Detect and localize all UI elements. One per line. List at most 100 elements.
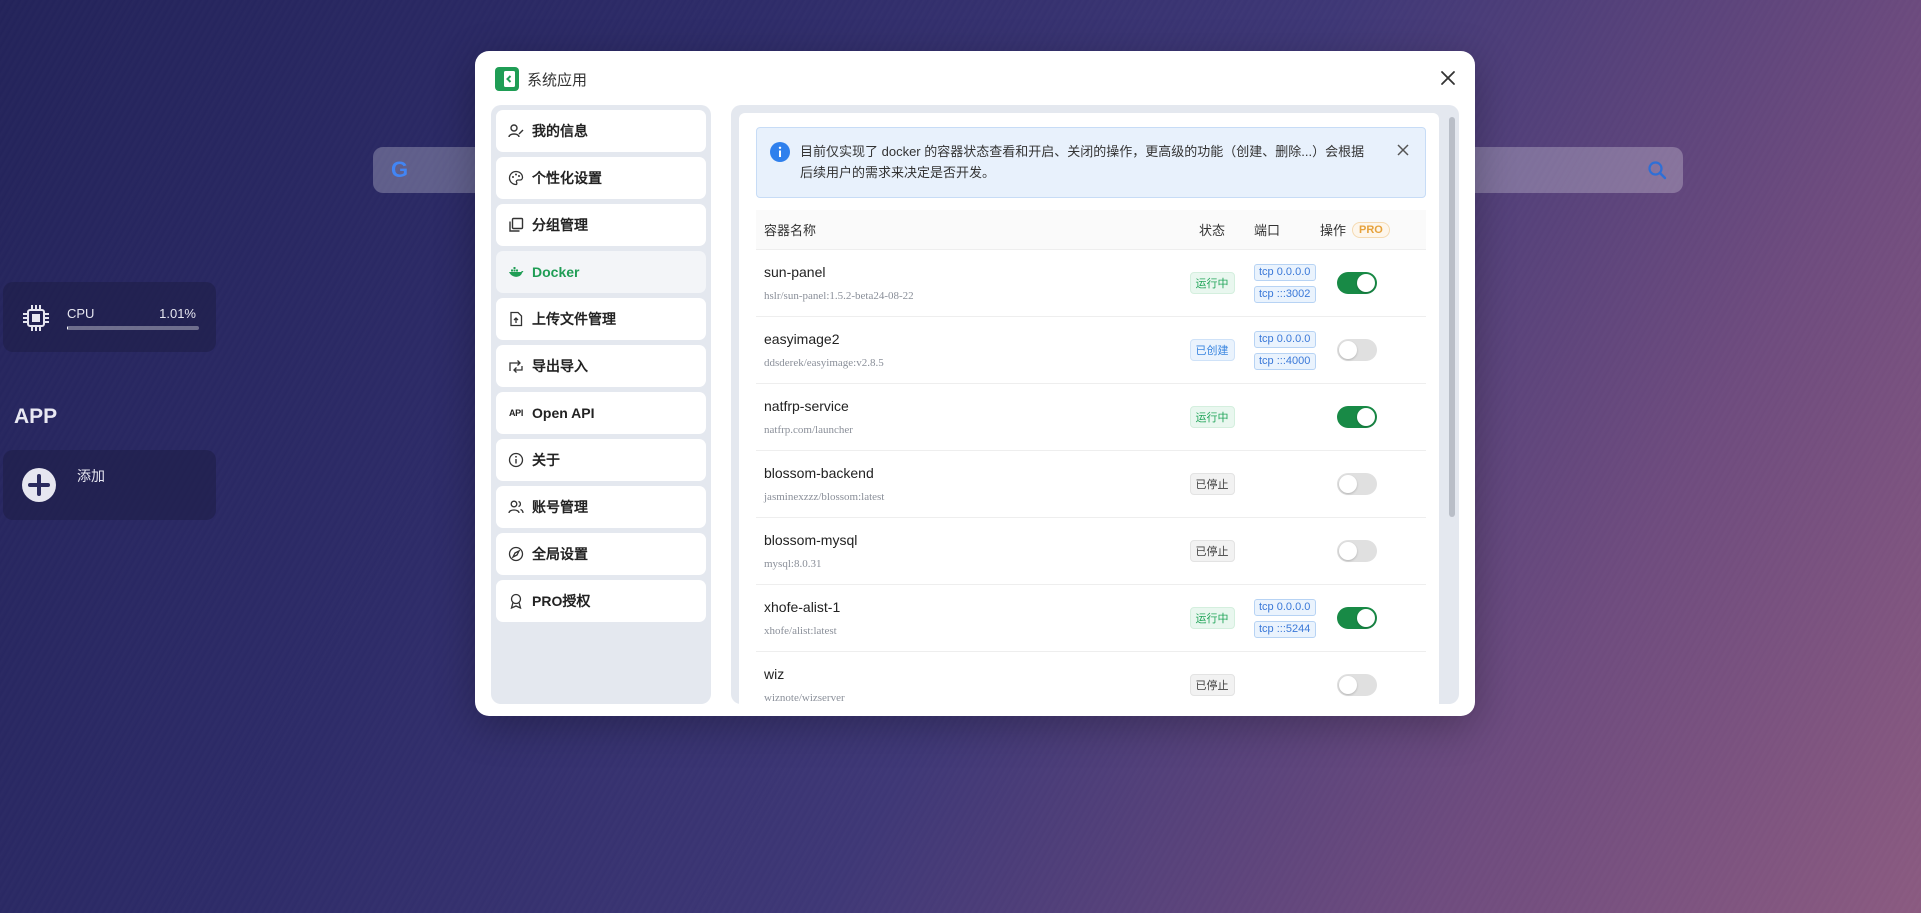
sidebar-item-personalize[interactable]: 个性化设置: [496, 157, 706, 199]
award-icon: [510, 593, 522, 609]
toggle-knob: [1339, 542, 1357, 560]
sidebar-item-export-import[interactable]: 导出导入: [496, 345, 706, 387]
modal-header: 系统应用: [495, 67, 587, 91]
table-row: wiz wiznote/wizserver 已停止: [756, 652, 1426, 704]
container-image: hslr/sun-panel:1.5.2-beta24-08-22: [764, 290, 914, 302]
sidebar-item-about[interactable]: 关于: [496, 439, 706, 481]
status-cell: 已创建: [1176, 339, 1248, 361]
table-row: xhofe-alist-1 xhofe/alist:latest 运行中 tcp…: [756, 585, 1426, 652]
toggle-knob: [1339, 676, 1357, 694]
search-icon[interactable]: [1647, 160, 1667, 180]
scrollbar-thumb[interactable]: [1449, 117, 1455, 517]
container-toggle[interactable]: [1337, 339, 1377, 361]
container-name: wiz: [764, 666, 785, 682]
copy-icon: [509, 217, 524, 232]
sidebar-item-my-info[interactable]: 我的信息: [496, 110, 706, 152]
action-cell: [1320, 607, 1426, 629]
status-badge: 运行中: [1189, 406, 1235, 428]
action-cell: [1320, 406, 1426, 428]
container-name-cell: sun-panel hslr/sun-panel:1.5.2-beta24-08…: [756, 264, 1176, 302]
sidebar-item-label: 个性化设置: [532, 170, 602, 186]
container-image: xhofe/alist:latest: [764, 625, 837, 637]
sidebar-item-docker[interactable]: Docker: [496, 251, 706, 293]
close-icon[interactable]: [1437, 67, 1459, 89]
header-action-label: 操作: [1320, 223, 1347, 238]
info-icon: [508, 452, 524, 468]
modal-title: 系统应用: [527, 71, 588, 89]
container-image: natfrp.com/launcher: [764, 424, 853, 436]
container-image: mysql:8.0.31: [764, 558, 822, 570]
sidebar-item-pro[interactable]: PRO授权: [496, 580, 706, 622]
container-name-cell: blossom-mysql mysql:8.0.31: [756, 532, 1176, 570]
status-badge: 已创建: [1189, 339, 1235, 361]
transfer-icon: [509, 360, 523, 373]
user-edit-icon: [508, 124, 524, 138]
system-apps-modal: 系统应用 我的信息 个性化设置 分组管理 Docker 上传文件管理 导出导入: [475, 51, 1475, 716]
sidebar-item-label: PRO授权: [532, 593, 591, 609]
status-cell: 运行中: [1176, 272, 1248, 294]
container-name-cell: easyimage2 ddsderek/easyimage:v2.8.5: [756, 331, 1176, 369]
container-table: 容器名称 状态 端口 操作 PRO sun-panel hslr/sun-pan…: [756, 210, 1426, 704]
table-header: 容器名称 状态 端口 操作 PRO: [756, 210, 1426, 250]
google-icon: G: [391, 157, 409, 182]
container-name: sun-panel: [764, 264, 826, 280]
container-name-cell: blossom-backend jasminexzzz/blossom:late…: [756, 465, 1176, 503]
container-toggle[interactable]: [1337, 473, 1377, 495]
container-toggle[interactable]: [1337, 540, 1377, 562]
sidebar-item-label: 全局设置: [532, 546, 588, 562]
docker-panel-scroll-area[interactable]: 目前仅实现了 docker 的容器状态查看和开启、关闭的操作，更高级的功能（创建…: [739, 113, 1439, 704]
notice-text: 目前仅实现了 docker 的容器状态查看和开启、关闭的操作，更高级的功能（创建…: [800, 144, 1365, 180]
sidebar-item-label: 账号管理: [532, 499, 588, 515]
table-row: blossom-mysql mysql:8.0.31 已停止: [756, 518, 1426, 585]
status-badge: 运行中: [1189, 607, 1235, 629]
compass-icon: [508, 546, 524, 562]
cpu-chip-icon: [23, 305, 49, 331]
status-cell: 已停止: [1176, 674, 1248, 696]
add-app-card[interactable]: 添加: [3, 450, 216, 520]
container-toggle[interactable]: [1337, 607, 1377, 629]
status-badge: 已停止: [1189, 540, 1235, 562]
pro-badge: PRO: [1352, 221, 1390, 238]
container-toggle[interactable]: [1337, 406, 1377, 428]
cpu-value: 1.01%: [159, 306, 196, 321]
port-tag: tcp 0.0.0.0: [1254, 263, 1316, 281]
status-cell: 运行中: [1176, 406, 1248, 428]
container-toggle[interactable]: [1337, 674, 1377, 696]
container-name-cell: wiz wiznote/wizserver: [756, 666, 1176, 704]
ports-cell: tcp 0.0.0.0 tcp :::4000: [1248, 330, 1320, 370]
plus-circle-icon: [22, 468, 56, 502]
info-circle-icon: [770, 142, 790, 162]
app-logo-icon: [495, 67, 519, 91]
docker-icon: [509, 267, 524, 277]
cpu-widget: CPU 1.01%: [3, 282, 216, 352]
action-cell: [1320, 540, 1426, 562]
sidebar-item-label: Open API: [532, 405, 595, 421]
header-name: 容器名称: [764, 223, 817, 238]
sidebar-item-groups[interactable]: 分组管理: [496, 204, 706, 246]
api-icon: API: [508, 408, 524, 418]
toggle-knob: [1339, 475, 1357, 493]
container-name: easyimage2: [764, 331, 840, 347]
sidebar-item-label: 我的信息: [532, 123, 588, 139]
container-name: blossom-backend: [764, 465, 874, 481]
sidebar-item-label: 导出导入: [532, 358, 588, 374]
settings-sidebar: 我的信息 个性化设置 分组管理 Docker 上传文件管理 导出导入 API O…: [491, 105, 711, 704]
status-cell: 已停止: [1176, 473, 1248, 495]
sidebar-item-label: 关于: [532, 452, 560, 468]
action-cell: [1320, 473, 1426, 495]
sidebar-item-label: Docker: [532, 264, 580, 280]
ports-cell: tcp 0.0.0.0 tcp :::5244: [1248, 598, 1320, 638]
container-name-cell: xhofe-alist-1 xhofe/alist:latest: [756, 599, 1176, 637]
table-row: natfrp-service natfrp.com/launcher 运行中: [756, 384, 1426, 451]
sidebar-item-accounts[interactable]: 账号管理: [496, 486, 706, 528]
toggle-knob: [1357, 274, 1375, 292]
container-toggle[interactable]: [1337, 272, 1377, 294]
ports-cell: tcp 0.0.0.0 tcp :::3002: [1248, 263, 1320, 303]
status-badge: 已停止: [1189, 674, 1235, 696]
sidebar-item-open-api[interactable]: API Open API: [496, 392, 706, 434]
file-upload-icon: [510, 311, 523, 327]
close-icon[interactable]: [1395, 142, 1411, 158]
status-cell: 运行中: [1176, 607, 1248, 629]
sidebar-item-uploads[interactable]: 上传文件管理: [496, 298, 706, 340]
sidebar-item-global[interactable]: 全局设置: [496, 533, 706, 575]
